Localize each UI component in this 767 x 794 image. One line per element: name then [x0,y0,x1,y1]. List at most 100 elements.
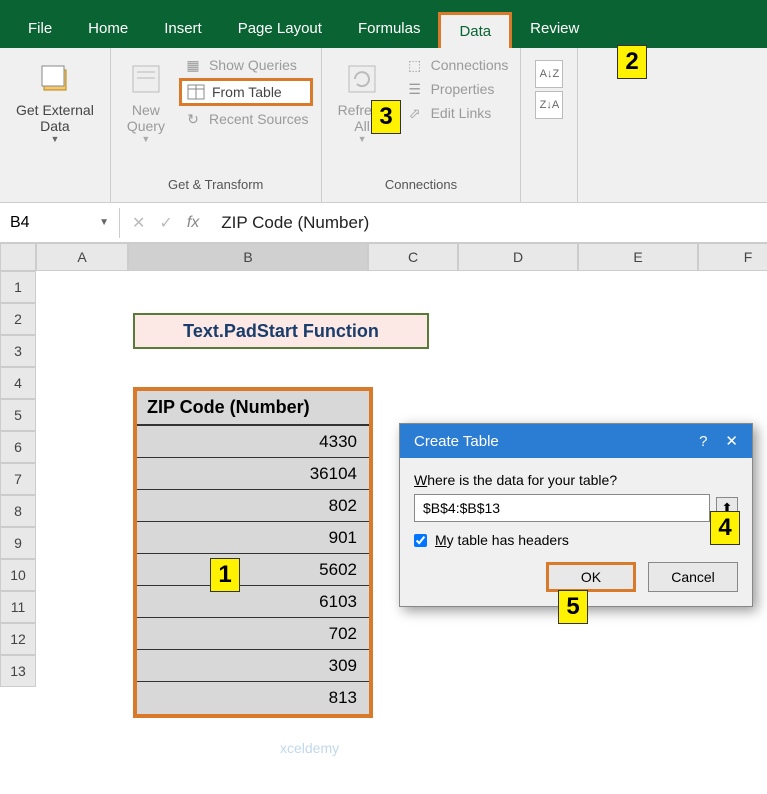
refresh-icon [343,60,381,98]
ribbon-group-get-transform: New Query ▼ ▦ Show Queries From Table ↻ … [111,48,322,202]
new-query-button[interactable]: New Query ▼ [119,54,173,150]
create-table-dialog: Create Table ? ✕ WWhere is the data for … [399,423,753,607]
recent-icon: ↻ [183,110,203,128]
cancel-icon[interactable]: ✕ [132,213,145,233]
title-cell[interactable]: Text.PadStart Function [133,313,429,349]
row-header-4[interactable]: 4 [0,367,36,399]
table-row[interactable]: 36104 [137,458,369,490]
range-input[interactable] [414,494,710,522]
get-transform-group-label: Get & Transform [119,173,313,196]
menu-insert[interactable]: Insert [146,12,220,45]
row-header-12[interactable]: 12 [0,623,36,655]
table-row[interactable]: 309 [137,650,369,682]
title-bar [0,0,767,8]
table-row[interactable]: 5602 [137,554,369,586]
dialog-title-text: Create Table [414,433,499,450]
annotation-1: 1 [210,558,240,592]
cancel-button[interactable]: Cancel [648,562,738,592]
row-header-3[interactable]: 3 [0,335,36,367]
chevron-down-icon[interactable]: ▼ [99,217,109,228]
recent-sources-button[interactable]: ↻ Recent Sources [179,108,313,130]
ribbon-group-external: Get External Data ▼ [0,48,111,202]
formula-bar-input[interactable]: ZIP Code (Number) [211,213,369,233]
sort-asc-icon: A↓Z [540,68,560,80]
row-header-6[interactable]: 6 [0,431,36,463]
column-header-F[interactable]: F [698,243,767,271]
get-external-data-label: Get External Data [16,102,94,134]
table-row[interactable]: 802 [137,490,369,522]
properties-button[interactable]: ☰ Properties [401,78,513,100]
row-header-7[interactable]: 7 [0,463,36,495]
properties-label: Properties [431,81,495,97]
show-queries-button[interactable]: ▦ Show Queries [179,54,313,76]
new-query-icon [127,60,165,98]
properties-icon: ☰ [405,80,425,98]
sort-desc-icon: Z↓A [540,99,560,111]
table-header-cell[interactable]: ZIP Code (Number) [137,391,369,426]
column-header-D[interactable]: D [458,243,578,271]
table-row[interactable]: 813 [137,682,369,714]
menu-page-layout[interactable]: Page Layout [220,12,340,45]
dialog-question: WWhere is the data for your table?here i… [414,472,738,488]
edit-links-button[interactable]: ⬀ Edit Links [401,102,513,124]
chevron-down-icon: ▼ [141,134,150,144]
help-icon[interactable]: ? [699,433,707,450]
column-header-A[interactable]: A [36,243,128,271]
row-header-9[interactable]: 9 [0,527,36,559]
get-external-data-button[interactable]: Get External Data ▼ [8,54,102,150]
column-header-C[interactable]: C [368,243,458,271]
row-header-10[interactable]: 10 [0,559,36,591]
name-box-value: B4 [10,214,30,232]
headers-checkbox-label: My table has headersMy table has headers [435,532,569,548]
ok-button[interactable]: OK [546,562,636,592]
annotation-4: 4 [710,511,740,545]
connections-icon: ⬚ [405,56,425,74]
row-header-5[interactable]: 5 [0,399,36,431]
annotation-5: 5 [558,590,588,624]
selected-table[interactable]: ZIP Code (Number) 4330361048029015602610… [133,387,373,718]
column-header-E[interactable]: E [578,243,698,271]
row-header-2[interactable]: 2 [0,303,36,335]
fx-icon[interactable]: fx [187,214,199,232]
table-row[interactable]: 4330 [137,426,369,458]
sort-asc-button[interactable]: A↓Z [535,60,563,88]
chevron-down-icon: ▼ [50,134,59,144]
formula-bar-row: B4 ▼ ✕ ✓ fx ZIP Code (Number) [0,203,767,243]
annotation-3: 3 [371,100,401,134]
annotation-2: 2 [617,45,647,79]
show-queries-label: Show Queries [209,57,297,73]
menu-bar: File Home Insert Page Layout Formulas Da… [0,8,767,48]
dialog-titlebar[interactable]: Create Table ? ✕ [400,424,752,458]
row-header-13[interactable]: 13 [0,655,36,687]
connections-group-label: Connections [330,173,513,196]
queries-icon: ▦ [183,56,203,74]
from-table-label: From Table [212,84,282,100]
menu-file[interactable]: File [10,12,70,45]
edit-links-icon: ⬀ [405,104,425,122]
enter-icon[interactable]: ✓ [159,213,172,233]
sort-desc-button[interactable]: Z↓A [535,91,563,119]
table-row[interactable]: 901 [137,522,369,554]
menu-formulas[interactable]: Formulas [340,12,439,45]
connections-label: Connections [431,57,509,73]
database-icon [36,60,74,98]
table-row[interactable]: 6103 [137,586,369,618]
ribbon-group-connections: Refresh All ▼ ⬚ Connections ☰ Properties… [322,48,522,202]
connections-button[interactable]: ⬚ Connections [401,54,513,76]
name-box[interactable]: B4 ▼ [0,208,120,238]
table-row[interactable]: 702 [137,618,369,650]
headers-checkbox[interactable] [414,534,427,547]
new-query-label: New Query [127,102,165,134]
row-header-11[interactable]: 11 [0,591,36,623]
menu-review[interactable]: Review [512,12,597,45]
close-icon[interactable]: ✕ [725,432,738,450]
column-header-B[interactable]: B [128,243,368,271]
select-all-corner[interactable] [0,243,36,271]
from-table-button[interactable]: From Table [179,78,313,106]
menu-home[interactable]: Home [70,12,146,45]
edit-links-label: Edit Links [431,105,492,121]
row-header-8[interactable]: 8 [0,495,36,527]
row-header-1[interactable]: 1 [0,271,36,303]
menu-data[interactable]: Data [438,12,512,48]
chevron-down-icon: ▼ [358,134,367,144]
